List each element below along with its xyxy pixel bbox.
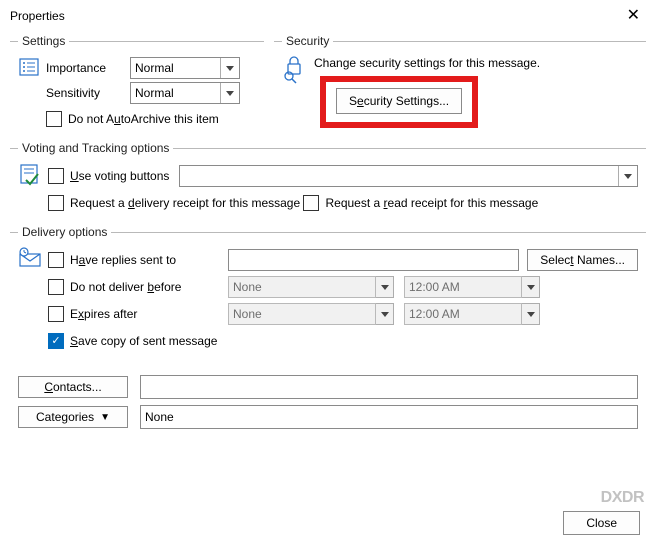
voting-group: Voting and Tracking options Use voting b… xyxy=(10,141,646,219)
settings-group: Settings Importance Normal xyxy=(10,34,264,135)
security-legend: Security xyxy=(282,34,333,48)
properties-dialog: Properties ✕ Settings Importance Normal xyxy=(0,0,656,545)
voting-legend: Voting and Tracking options xyxy=(18,141,173,155)
replies-to-input[interactable] xyxy=(228,249,519,271)
importance-select[interactable]: Normal xyxy=(130,57,240,79)
delivery-group: Delivery options Have replies sent to xyxy=(10,225,646,357)
window-title: Properties xyxy=(10,9,65,23)
no-deliver-before-checkbox[interactable]: Do not deliver before xyxy=(48,279,228,295)
expires-after-checkbox[interactable]: Expires after xyxy=(48,306,228,322)
autoarchive-label: Do not AutoArchive this item xyxy=(68,112,219,126)
contacts-button[interactable]: Contacts... xyxy=(18,376,128,398)
delivery-receipt-checkbox[interactable]: Request a delivery receipt for this mess… xyxy=(48,195,300,211)
replies-to-label: Have replies sent to xyxy=(70,253,176,267)
close-button[interactable]: Close xyxy=(563,511,640,535)
voting-combo[interactable] xyxy=(179,165,638,187)
delivery-receipt-label: Request a delivery receipt for this mess… xyxy=(70,196,300,210)
security-description: Change security settings for this messag… xyxy=(314,56,540,70)
chevron-down-icon xyxy=(220,83,239,103)
read-receipt-label: Request a read receipt for this message xyxy=(325,196,538,210)
security-highlight: Security Settings... xyxy=(320,76,478,128)
security-group: Security Change security settings for th… xyxy=(274,34,646,135)
sensitivity-value: Normal xyxy=(135,86,174,100)
expires-after-label: Expires after xyxy=(70,307,137,321)
settings-icon xyxy=(18,54,40,107)
read-receipt-checkbox[interactable]: Request a read receipt for this message xyxy=(303,195,538,211)
chevron-down-icon[interactable] xyxy=(522,303,540,325)
use-voting-label: Use voting buttons xyxy=(70,169,169,183)
delivery-legend: Delivery options xyxy=(18,225,111,239)
no-deliver-before-label: Do not deliver before xyxy=(70,280,181,294)
titlebar: Properties ✕ xyxy=(0,0,656,32)
save-copy-label: Save copy of sent message xyxy=(70,334,217,348)
chevron-down-icon[interactable] xyxy=(522,276,540,298)
settings-legend: Settings xyxy=(18,34,69,48)
chevron-down-icon[interactable] xyxy=(376,276,394,298)
replies-to-checkbox[interactable]: Have replies sent to xyxy=(48,252,228,268)
lock-search-icon xyxy=(282,56,306,87)
select-names-button[interactable]: Select Names... xyxy=(527,249,638,271)
delivery-icon xyxy=(18,245,42,269)
watermark: DXDR xyxy=(601,489,644,507)
use-voting-checkbox[interactable]: Use voting buttons xyxy=(48,168,169,184)
expires-time-combo[interactable]: 12:00 AM xyxy=(404,303,522,325)
importance-value: Normal xyxy=(135,61,174,75)
categories-input[interactable]: None xyxy=(140,405,638,429)
dropdown-arrow-icon: ▼ xyxy=(100,412,110,423)
categories-button[interactable]: Categories ▼ xyxy=(18,406,128,428)
save-copy-checkbox[interactable]: ✓ Save copy of sent message xyxy=(48,333,217,349)
contacts-input[interactable] xyxy=(140,375,638,399)
sensitivity-label: Sensitivity xyxy=(46,86,130,100)
autoarchive-checkbox[interactable]: Do not AutoArchive this item xyxy=(46,111,219,127)
expires-date-combo[interactable]: None xyxy=(228,303,376,325)
categories-label: Categories xyxy=(36,410,94,424)
no-deliver-time-combo[interactable]: 12:00 AM xyxy=(404,276,522,298)
chevron-down-icon xyxy=(618,166,637,186)
close-icon[interactable]: ✕ xyxy=(621,6,646,26)
tracking-icon xyxy=(18,161,42,187)
no-deliver-date-combo[interactable]: None xyxy=(228,276,376,298)
importance-label: Importance xyxy=(46,61,130,75)
sensitivity-select[interactable]: Normal xyxy=(130,82,240,104)
chevron-down-icon xyxy=(220,58,239,78)
chevron-down-icon[interactable] xyxy=(376,303,394,325)
security-settings-button[interactable]: Security Settings... xyxy=(336,88,462,114)
